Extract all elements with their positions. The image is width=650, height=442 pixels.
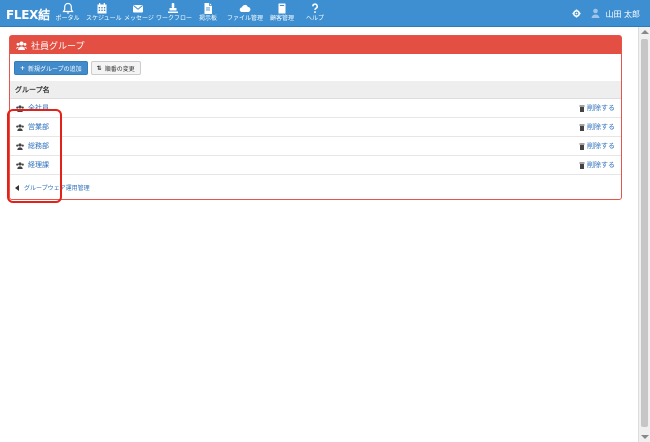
scrollbar-thumb[interactable] — [641, 39, 648, 427]
users-icon — [16, 41, 27, 50]
add-group-button[interactable]: + 新規グループの追加 — [14, 61, 88, 75]
nav-label: メッセージ — [124, 15, 154, 22]
calendar-icon — [97, 3, 107, 14]
group-link[interactable]: 経理課 — [15, 160, 49, 170]
caret-left-icon — [15, 184, 19, 191]
panel-header: 社員グループ — [10, 36, 621, 54]
table-row: 全社員 削除する — [10, 99, 621, 118]
trash-icon — [579, 124, 585, 131]
user-avatar-icon — [591, 8, 600, 20]
group-name: 営業部 — [28, 123, 49, 131]
nav-schedule[interactable]: スケジュール — [86, 2, 122, 26]
group-link[interactable]: 営業部 — [15, 122, 49, 132]
nav-files[interactable]: ファイル管理 — [227, 2, 263, 26]
nav-label: ワークフロー — [156, 15, 193, 22]
nav-label: ポータル — [55, 15, 80, 22]
table-row: 営業部 削除する — [10, 118, 621, 137]
nav-label: ファイル管理 — [227, 15, 264, 22]
nav-board[interactable]: 掲示板 — [196, 2, 220, 26]
top-navbar: FLEX結 ポータル スケジュール メッセージ ワークフロー 掲示板 ファイル管… — [0, 0, 650, 27]
nav-help[interactable]: ヘルプ — [304, 2, 326, 26]
delete-label: 削除する — [587, 161, 615, 169]
nav-workflow[interactable]: ワークフロー — [156, 2, 193, 26]
table-row: 総務部 削除する — [10, 137, 621, 156]
gear-icon[interactable] — [572, 8, 582, 20]
book-icon — [278, 3, 286, 14]
cloud-icon — [239, 4, 251, 12]
users-icon — [15, 104, 25, 112]
bell-icon — [61, 2, 74, 14]
toolbar: + 新規グループの追加 ⇅ 順番の変更 — [14, 61, 141, 75]
table-row: 経理課 削除する — [10, 156, 621, 175]
users-icon — [15, 161, 25, 169]
sort-icon: ⇅ — [96, 64, 102, 72]
user-area: 山田 太郎 — [572, 8, 640, 20]
nav-label: スケジュール — [86, 15, 122, 22]
panel-title: 社員グループ — [31, 41, 85, 52]
group-link[interactable]: 総務部 — [15, 141, 49, 151]
trash-icon — [579, 162, 585, 169]
users-icon — [15, 123, 25, 131]
scroll-up-arrow-icon[interactable] — [641, 30, 649, 34]
delete-label: 削除する — [587, 123, 615, 131]
stamp-icon — [168, 3, 178, 13]
main-content: 社員グループ + 新規グループの追加 ⇅ 順番の変更 グループ名 全社員 削除す… — [0, 27, 638, 442]
document-icon — [204, 3, 212, 14]
group-name: 全社員 — [28, 104, 49, 112]
scroll-down-arrow-icon[interactable] — [641, 435, 649, 439]
column-header-group-name: グループ名 — [15, 85, 50, 94]
nav-label: 掲示板 — [198, 15, 217, 22]
change-order-label: 順番の変更 — [104, 65, 135, 73]
delete-link[interactable]: 削除する — [579, 122, 615, 132]
nav-label: ヘルプ — [305, 15, 324, 22]
group-table: グループ名 全社員 削除する 営業部 削除する 総務部 削除する 経理課 削除す… — [10, 81, 621, 175]
users-icon — [15, 142, 25, 150]
change-order-button[interactable]: ⇅ 順番の変更 — [90, 61, 141, 75]
trash-icon — [579, 143, 585, 150]
group-panel: 社員グループ + 新規グループの追加 ⇅ 順番の変更 グループ名 全社員 削除す… — [9, 35, 622, 200]
nav-message[interactable]: メッセージ — [124, 2, 154, 26]
back-link-label: グループウェア運用管理 — [24, 185, 90, 192]
user-name[interactable]: 山田 太郎 — [605, 9, 640, 20]
nav-office[interactable]: 顧客管理 — [267, 2, 297, 26]
vertical-scrollbar[interactable] — [638, 27, 650, 442]
nav-portal[interactable]: ポータル — [55, 2, 80, 26]
delete-label: 削除する — [587, 142, 615, 150]
app-logo[interactable]: FLEX結 — [6, 6, 50, 23]
table-header: グループ名 — [10, 81, 621, 99]
back-link[interactable]: グループウェア運用管理 — [15, 183, 90, 192]
question-icon — [312, 3, 318, 13]
delete-link[interactable]: 削除する — [579, 141, 615, 151]
delete-label: 削除する — [587, 104, 615, 112]
nav-label: 顧客管理 — [269, 15, 294, 22]
group-name: 総務部 — [28, 142, 49, 150]
add-group-label: 新規グループの追加 — [28, 65, 82, 73]
delete-link[interactable]: 削除する — [579, 160, 615, 170]
plus-icon: + — [20, 64, 26, 72]
delete-link[interactable]: 削除する — [579, 103, 615, 113]
group-link[interactable]: 全社員 — [15, 103, 49, 113]
trash-icon — [579, 105, 585, 112]
envelope-icon — [133, 5, 143, 13]
group-name: 経理課 — [28, 161, 49, 169]
